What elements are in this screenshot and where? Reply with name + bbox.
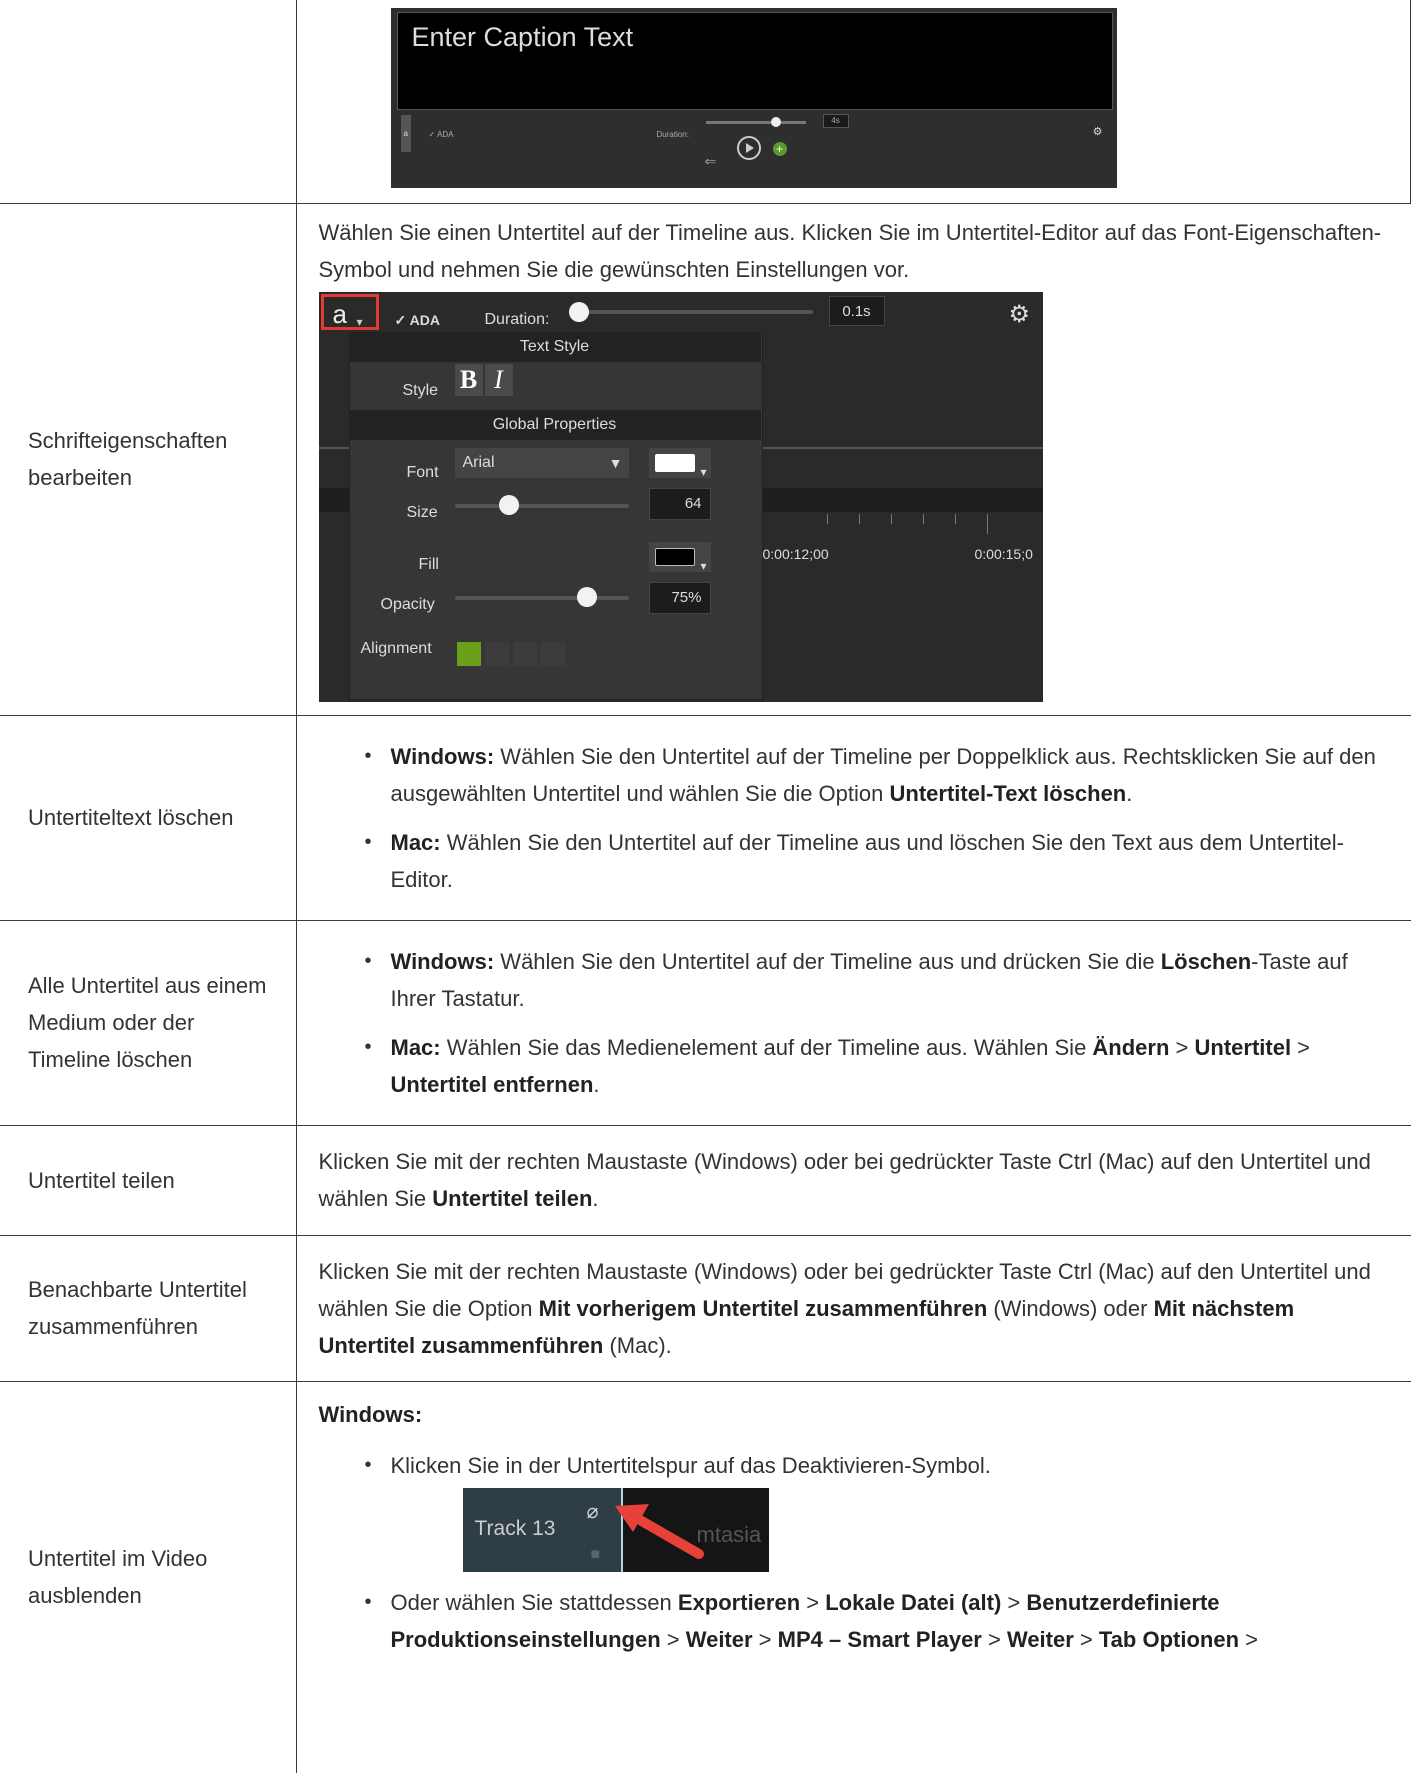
track-label: Track 13 — [474, 1516, 556, 1540]
row-label: Untertitel im Video ausblenden — [0, 1380, 297, 1773]
arrow-left-icon: ⇐ — [704, 153, 717, 169]
timeline-time-label: 0:00:15;0 — [974, 545, 1033, 562]
text-style-panel-screenshot: a ▾ ✓ ADA Duration: 0.1s ⚙ 0:00:12;00 0:… — [318, 291, 1043, 702]
bold-button[interactable]: B — [454, 363, 483, 396]
table-row: Untertitel teilen Klicken Sie mit der re… — [0, 1124, 1411, 1236]
ada-label: ✓ ADA — [428, 130, 454, 139]
table-row: Benachbarte Untertitel zusammenführen Kl… — [0, 1234, 1411, 1382]
chevron-down-icon: ▾ — [700, 464, 707, 479]
list-item: Windows: Wählen Sie den Untertitel auf d… — [365, 738, 1391, 812]
row-description: Wählen Sie einen Untertitel auf der Time… — [318, 219, 1382, 282]
row-label: Benachbarte Untertitel zusammenführen — [0, 1234, 297, 1382]
row-content: Windows: Wählen Sie den Untertitel auf d… — [295, 919, 1411, 1126]
caption-text-area: Enter Caption Text — [396, 12, 1113, 110]
duration-track — [568, 309, 813, 314]
size-label: Size — [406, 503, 438, 521]
list-item: Mac: Wählen Sie das Medienelement auf de… — [365, 1029, 1391, 1103]
lock-icon[interactable]: ■ — [591, 1536, 601, 1572]
size-field[interactable]: 64 — [648, 487, 711, 520]
text-style-header: Text Style — [348, 331, 761, 362]
duration-field: 0.1s — [828, 295, 885, 326]
alignment-label: Alignment — [360, 639, 432, 657]
media-clip-label: mtasia — [696, 1521, 762, 1547]
align-center-button[interactable] — [512, 641, 537, 666]
font-color-picker[interactable]: ▾ — [648, 447, 711, 479]
size-track — [454, 503, 629, 508]
red-arrow-icon — [614, 1503, 704, 1559]
chevron-down-icon: ▼ — [608, 454, 623, 471]
table-row: Untertitel im Video ausblenden Windows: … — [0, 1380, 1411, 1773]
gear-icon: ⚙ — [1008, 300, 1031, 328]
row-content: Enter Caption Text a ✓ ADA Duration: 4s … — [295, 0, 1411, 204]
font-select-value: Arial — [462, 453, 495, 471]
duration-knob — [568, 301, 589, 322]
table-row: Untertiteltext löschen Windows: Wählen S… — [0, 714, 1411, 921]
row-content: Klicken Sie mit der rechten Maustaste (W… — [295, 1124, 1411, 1236]
row-label — [0, 0, 297, 204]
list-item: Mac: Wählen Sie den Untertitel auf der T… — [365, 824, 1391, 898]
style-label: Style — [402, 381, 439, 399]
row-label: Schrifteigenschaften bearbeiten — [0, 202, 297, 716]
font-label: Font — [406, 463, 439, 481]
caption-toolbar: a ✓ ADA Duration: 4s ⚙ — [399, 112, 1109, 152]
list-item: Klicken Sie in der Untertitelspur auf da… — [365, 1447, 1391, 1572]
caption-editor-screenshot: Enter Caption Text a ✓ ADA Duration: 4s … — [390, 8, 1117, 188]
font-properties-button: a — [400, 115, 411, 152]
table-row: Schrifteigenschaften bearbeiten Wählen S… — [0, 202, 1411, 716]
fill-label: Fill — [418, 555, 439, 573]
row-label: Untertiteltext löschen — [0, 714, 297, 921]
gear-icon: ⚙ — [1092, 126, 1103, 138]
align-right-button[interactable] — [484, 641, 509, 666]
row-content: Windows: Wählen Sie den Untertitel auf d… — [295, 714, 1411, 921]
chevron-down-icon: ▾ — [700, 558, 707, 573]
italic-button[interactable]: I — [484, 363, 513, 396]
fill-color-picker[interactable]: ▾ — [648, 541, 711, 573]
play-icon — [736, 136, 761, 160]
highlight-box — [320, 293, 379, 330]
opacity-label: Opacity — [380, 595, 435, 613]
opacity-knob[interactable] — [576, 586, 597, 607]
eye-slash-icon[interactable]: ⌀ — [587, 1494, 599, 1531]
font-properties-button: a — [332, 298, 347, 329]
row-label: Untertitel teilen — [0, 1124, 297, 1236]
features-table: Enter Caption Text a ✓ ADA Duration: 4s … — [0, 0, 1411, 1773]
os-heading: Windows: — [318, 1401, 423, 1427]
table-row: Enter Caption Text a ✓ ADA Duration: 4s … — [0, 0, 1411, 204]
row-content: Windows: Klicken Sie in der Untertitelsp… — [295, 1380, 1411, 1773]
duration-slider — [705, 121, 806, 124]
list-item: Windows: Wählen Sie den Untertitel auf d… — [365, 943, 1391, 1017]
size-knob[interactable] — [498, 494, 519, 515]
timeline-time-label: 0:00:12;00 — [762, 545, 829, 562]
duration-field: 4s — [822, 114, 849, 128]
track-disable-screenshot: Track 13 ⌀ ■ mtasia — [462, 1487, 769, 1572]
bullet-list: Windows: Wählen Sie den Untertitel auf d… — [319, 738, 1391, 898]
add-icon: + — [772, 142, 787, 156]
list-item: Oder wählen Sie stattdessen Exportieren … — [365, 1584, 1391, 1658]
row-label: Alle Untertitel aus einem Medium oder de… — [0, 919, 297, 1126]
align-left-button[interactable] — [456, 641, 481, 666]
duration-slider-knob — [770, 117, 781, 127]
bullet-list: Klicken Sie in der Untertitelspur auf da… — [319, 1447, 1391, 1658]
caption-placeholder: Enter Caption Text — [411, 22, 634, 52]
font-select[interactable]: Arial ▼ — [454, 447, 629, 478]
opacity-track — [454, 595, 629, 600]
table-row: Alle Untertitel aus einem Medium oder de… — [0, 919, 1411, 1126]
align-justify-button[interactable] — [540, 641, 565, 666]
opacity-field[interactable]: 75% — [648, 581, 711, 614]
row-content: Wählen Sie einen Untertitel auf der Time… — [295, 202, 1411, 716]
global-properties-header: Global Properties — [348, 409, 761, 440]
duration-label: Duration: — [656, 130, 689, 139]
bullet-list: Windows: Wählen Sie den Untertitel auf d… — [319, 943, 1391, 1103]
row-content: Klicken Sie mit der rechten Maustaste (W… — [295, 1234, 1411, 1382]
